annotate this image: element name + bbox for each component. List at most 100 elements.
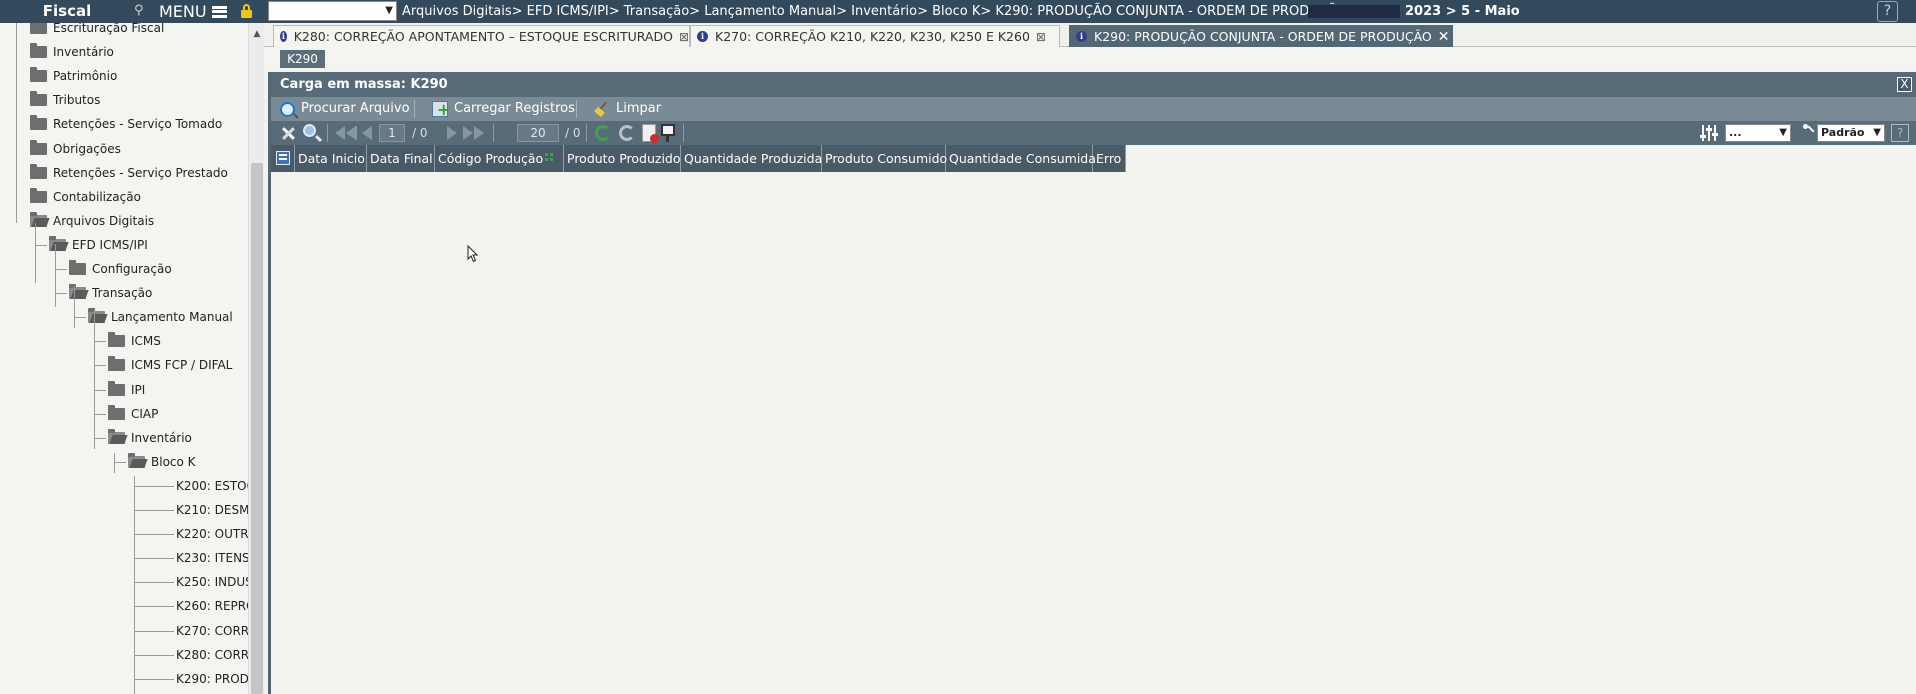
col-codigo-producao[interactable]: Código Produção	[435, 145, 564, 172]
pin-icon[interactable]: ⚲	[134, 3, 144, 18]
help-button[interactable]: ?	[1877, 1, 1898, 22]
sidebar-item[interactable]: ICMS	[108, 330, 161, 352]
sliders-icon[interactable]	[1699, 123, 1719, 143]
breadcrumb-item[interactable]: Bloco K>	[932, 4, 991, 19]
tab-k280[interactable]: i K280: CORREÇÃO APONTAMENTO – ESTOQUE E…	[273, 25, 690, 47]
last-page-icon-2[interactable]	[474, 126, 484, 140]
sidebar-item[interactable]: Bloco K	[128, 451, 196, 473]
sidebar-scrollbar[interactable]: ▲	[248, 23, 264, 694]
sidebar-item-label: Obrigações	[53, 141, 121, 156]
sidebar-item[interactable]: K200: ESTOQUE	[176, 475, 248, 497]
last-page-icon[interactable]	[463, 126, 473, 140]
display-icon[interactable]	[661, 124, 675, 142]
layout-select[interactable]: ... ▼	[1725, 124, 1791, 142]
sidebar-item[interactable]: K210: DESMONTAGEM	[176, 499, 248, 521]
sidebar-item[interactable]: Transação	[69, 282, 152, 304]
col-data-inicio[interactable]: Data Inicio	[295, 145, 367, 172]
first-page-icon-2[interactable]	[346, 126, 356, 140]
sidebar-item[interactable]: K270: CORREÇÃO	[176, 620, 248, 642]
col-codigo-producao-label: Código Produção	[438, 151, 544, 166]
sidebar-item[interactable]: CIAP	[108, 403, 158, 425]
scroll-thumb[interactable]	[251, 163, 263, 694]
sidebar-item[interactable]: Contabilização	[30, 186, 141, 208]
first-page-icon[interactable]	[335, 126, 345, 140]
sidebar-item[interactable]: K250: INDUSTRIALIZAÇÃO	[176, 571, 248, 593]
sidebar: Escrituração Fiscal Inventário Patrimônio T…	[0, 23, 264, 694]
sidebar-item[interactable]: Lançamento Manual	[88, 306, 233, 328]
next-page-icon[interactable]	[447, 126, 457, 140]
sidebar-item[interactable]: Obrigações	[30, 138, 121, 160]
sidebar-item[interactable]: Escrituração Fiscal	[30, 23, 164, 39]
sidebar-item[interactable]: IPI	[108, 379, 145, 401]
lock-icon[interactable]	[241, 4, 252, 18]
tree-connector	[134, 558, 174, 560]
sidebar-item[interactable]: Tributos	[30, 89, 100, 111]
prev-page-icon[interactable]	[362, 126, 372, 140]
search-icon[interactable]	[303, 124, 316, 137]
col-data-final[interactable]: Data Final	[367, 145, 435, 172]
sidebar-item[interactable]: Configuração	[69, 258, 172, 280]
file-search-icon	[280, 101, 295, 117]
sidebar-item[interactable]: K230: ITENS	[176, 547, 248, 569]
column-selector[interactable]	[271, 145, 295, 172]
sidebar-item-label: Retenções - Serviço Prestado	[53, 165, 228, 180]
key-icon	[1803, 124, 1815, 136]
col-produto-produzido[interactable]: Produto Produzido	[564, 145, 681, 172]
refresh-icon[interactable]	[595, 125, 611, 141]
pdf-export-icon[interactable]	[642, 124, 659, 143]
breadcrumb-item[interactable]: K290: PRODUÇÃO CONJUNTA - ORDEM DE PRODU…	[995, 4, 1357, 19]
tab-label: K280: CORREÇÃO APONTAMENTO – ESTOQUE ESC…	[293, 28, 673, 44]
sidebar-item[interactable]: Arquivos Digitais	[30, 210, 154, 232]
tree-connector	[55, 269, 67, 270]
chevron-down-icon: ▼	[1779, 127, 1787, 138]
breadcrumb-item[interactable]: Lançamento Manual>	[704, 4, 847, 19]
panel-close-button[interactable]: X	[1897, 77, 1912, 92]
sidebar-item[interactable]: Retenções - Serviço Prestado	[30, 162, 228, 184]
breadcrumb-item[interactable]: EFD ICMS/IPI>	[527, 4, 620, 19]
sidebar-item[interactable]: EFD ICMS/IPI	[49, 234, 148, 256]
col-quantidade-produzida[interactable]: Quantidade Produzida	[681, 145, 822, 172]
sidebar-item[interactable]: K220: OUTRAS	[176, 523, 248, 545]
sidebar-item[interactable]: K290: PRODUÇÃO	[176, 668, 248, 690]
breadcrumb-item[interactable]: Transação>	[624, 4, 700, 19]
tree-guide	[74, 286, 75, 328]
sidebar-item-label: Inventário	[131, 430, 192, 445]
col-produto-consumido[interactable]: Produto Consumido	[822, 145, 947, 172]
grid-help-button[interactable]: ?	[1891, 124, 1909, 142]
menu-button[interactable]: MENU	[159, 0, 227, 23]
page-size-input[interactable]: 20	[517, 124, 559, 142]
clear-button[interactable]: Limpar	[594, 97, 661, 121]
tab-k270[interactable]: i K270: CORREÇÃO K210, K220, K230, K250 …	[690, 25, 1060, 47]
sidebar-item[interactable]: Retenções - Serviço Tomado	[30, 113, 222, 135]
company-select[interactable]: ▼	[268, 1, 397, 21]
sidebar-item[interactable]: Patrimônio	[30, 65, 117, 87]
sidebar-item-label: Retenções - Serviço Tomado	[53, 117, 223, 132]
view-select[interactable]: Padrão ▼	[1817, 124, 1885, 142]
scroll-up-arrow-icon[interactable]: ▲	[249, 27, 264, 41]
load-records-button[interactable]: Carregar Registros	[432, 97, 575, 122]
col-quantidade-consumida[interactable]: Quantidade Consumida	[946, 145, 1096, 172]
tab-k290[interactable]: i K290: PRODUÇÃO CONJUNTA - ORDEM DE PRO…	[1069, 25, 1453, 47]
info-icon: i	[280, 31, 287, 42]
tree-connector	[94, 341, 106, 343]
close-icon[interactable]: ⊠	[679, 27, 689, 47]
breadcrumb-item[interactable]: Arquivos Digitais>	[402, 4, 523, 19]
tree-connector	[94, 365, 106, 367]
subtab-k290[interactable]: K290	[280, 50, 325, 68]
sidebar-item[interactable]: Inventário	[108, 427, 192, 449]
sidebar-item[interactable]: K280: CORREÇÃO	[176, 644, 248, 666]
close-icon[interactable]: ⊠	[1036, 27, 1046, 47]
tree-connector	[134, 678, 174, 680]
tools-icon[interactable]	[279, 124, 297, 142]
sidebar-item[interactable]: ICMS FCP / DIFAL	[108, 354, 232, 376]
page-number-input[interactable]: 1	[379, 124, 405, 142]
sidebar-item[interactable]: Inventário	[30, 41, 114, 63]
breadcrumb-item[interactable]: Inventário>	[851, 4, 928, 19]
close-icon[interactable]: ✕	[1438, 27, 1450, 47]
period-label[interactable]: 2023 > 5 - Maio	[1405, 0, 1520, 23]
search-file-button[interactable]: Procurar Arquivo	[280, 97, 410, 121]
col-erro[interactable]: Erro	[1093, 145, 1126, 172]
reload-icon[interactable]	[619, 125, 635, 141]
sidebar-item[interactable]: K260: REPROCESSAMENTO	[176, 595, 248, 617]
mass-load-panel: Carga em massa: K290 X Procurar Arquivo …	[268, 72, 1916, 694]
